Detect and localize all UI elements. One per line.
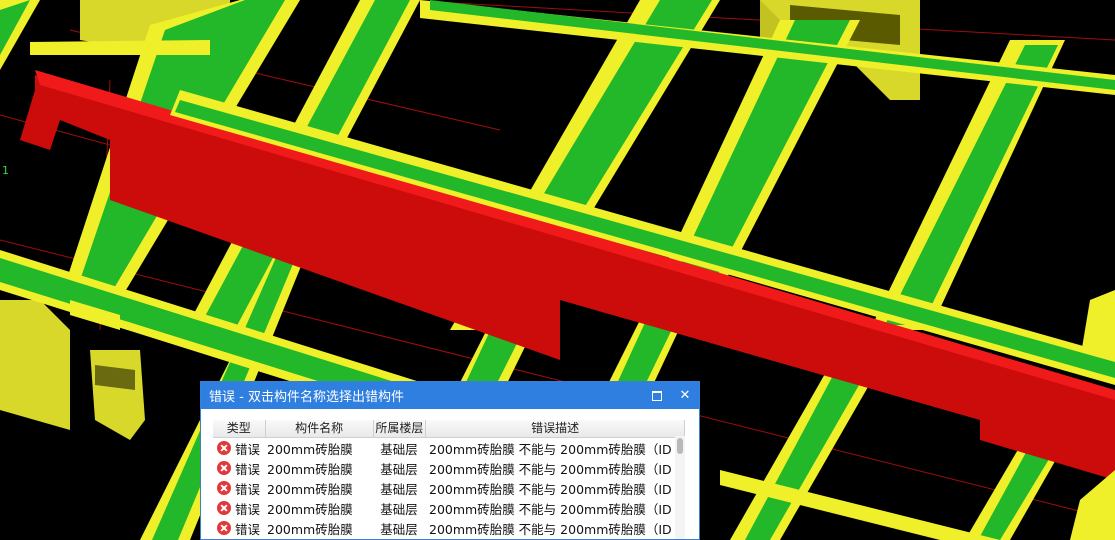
row-type: 错误 [235,461,261,477]
row-type: 错误 [235,501,261,517]
error-dialog: 错误 - 双击构件名称选择出错构件 ✕ 类型 构件名称 所属楼层 错误描述 错误… [200,381,700,540]
row-description: 200mm砖胎膜 不能与 200mm砖胎膜（ID ... [429,521,685,537]
row-type: 错误 [235,441,261,457]
column-header-name[interactable]: 构件名称 [266,420,374,437]
row-component-name[interactable]: 200mm砖胎膜 [265,459,373,478]
table-row[interactable]: 错误 200mm砖胎膜 基础层 200mm砖胎膜 不能与 200mm砖胎膜（ID… [213,478,685,498]
row-floor: 基础层 [380,521,418,537]
table-header: 类型 构件名称 所属楼层 错误描述 [213,420,685,438]
row-floor: 基础层 [380,441,418,457]
error-icon [217,521,231,535]
close-button[interactable]: ✕ [671,382,699,409]
row-component-name[interactable]: 200mm砖胎膜 [265,499,373,518]
axis-label: 1 [2,164,9,177]
column-header-floor[interactable]: 所属楼层 [374,420,427,437]
row-floor: 基础层 [380,461,418,477]
row-description: 200mm砖胎膜 不能与 200mm砖胎膜（ID ... [429,461,685,477]
row-floor: 基础层 [380,501,418,517]
dialog-titlebar[interactable]: 错误 - 双击构件名称选择出错构件 ✕ [201,382,699,409]
error-icon [217,481,231,495]
error-table: 类型 构件名称 所属楼层 错误描述 错误 200mm砖胎膜 基础层 200mm砖… [213,420,685,539]
row-description: 200mm砖胎膜 不能与 200mm砖胎膜（ID ... [429,501,685,517]
row-description: 200mm砖胎膜 不能与 200mm砖胎膜（ID ... [429,481,685,497]
row-type: 错误 [235,521,261,537]
edge-beam [1070,470,1115,540]
close-icon: ✕ [679,388,691,403]
table-row[interactable]: 错误 200mm砖胎膜 基础层 200mm砖胎膜 不能与 200mm砖胎膜（ID… [213,518,685,538]
maximize-button[interactable] [643,382,671,409]
maximize-icon [652,390,662,401]
row-component-name[interactable]: 200mm砖胎膜 [265,479,373,498]
row-type: 错误 [235,481,261,497]
error-icon [217,441,231,455]
table-row[interactable]: 错误 200mm砖胎膜 基础层 200mm砖胎膜 不能与 200mm砖胎膜（ID… [213,458,685,478]
row-component-name[interactable]: 200mm砖胎膜 [265,519,373,538]
row-description: 200mm砖胎膜 不能与 200mm砖胎膜（ID ... [429,441,685,457]
scrollbar-thumb[interactable] [677,438,683,454]
vertical-scrollbar[interactable] [675,436,685,539]
table-row[interactable]: 错误 200mm砖胎膜 基础层 200mm砖胎膜 不能与 200mm砖胎膜（ID… [213,438,685,458]
row-component-name[interactable]: 200mm砖胎膜 [265,439,373,458]
error-icon [217,461,231,475]
error-icon [217,501,231,515]
dialog-title: 错误 - 双击构件名称选择出错构件 [209,390,404,405]
column-header-type[interactable]: 类型 [213,420,266,437]
column-header-description[interactable]: 错误描述 [426,420,685,437]
row-floor: 基础层 [380,481,418,497]
table-row[interactable]: 错误 200mm砖胎膜 基础层 200mm砖胎膜 不能与 200mm砖胎膜（ID… [213,498,685,518]
